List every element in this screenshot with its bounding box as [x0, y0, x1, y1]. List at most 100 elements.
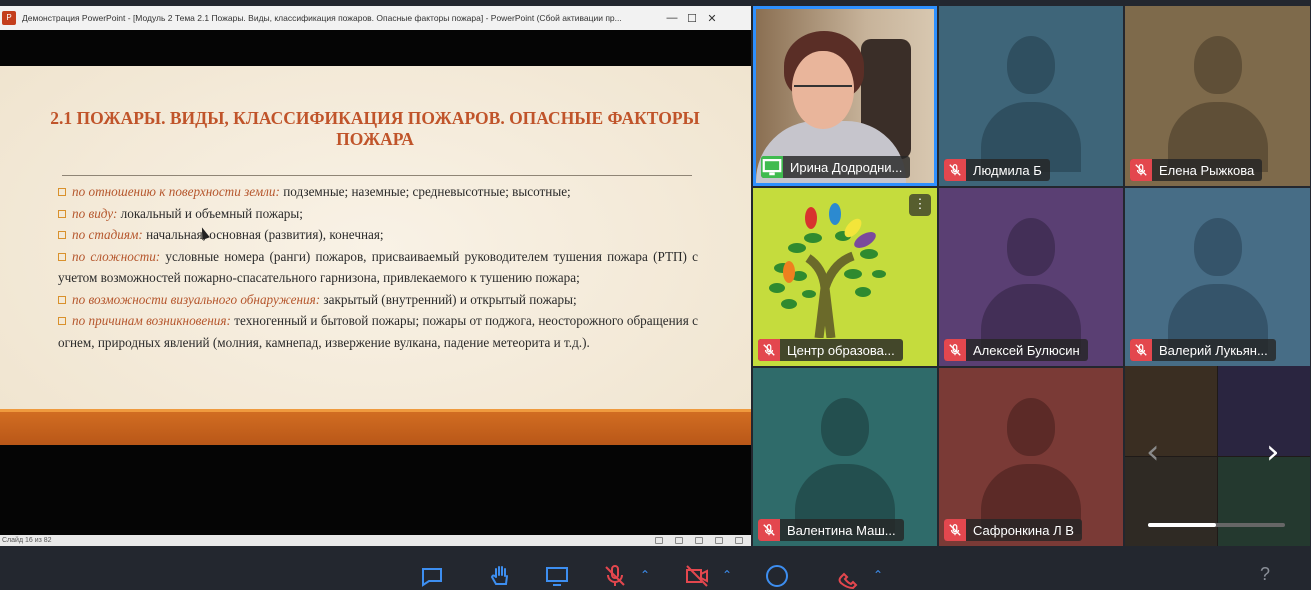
mic-off-icon [1130, 339, 1152, 361]
chat-icon [422, 568, 442, 587]
slideshow-icon[interactable] [735, 537, 743, 544]
slide-bullet: по отношению к поверхности земли: подзем… [58, 181, 698, 203]
participant-tile[interactable]: Елена Рыжкова [1125, 6, 1310, 186]
leave-options-chevron-icon[interactable]: ⌃ [873, 568, 883, 582]
next-page-icon[interactable]: › [1266, 432, 1280, 472]
slide-bullet: по возможности визуального обнаружения: … [58, 289, 698, 311]
leave-button[interactable] [833, 562, 863, 590]
mic-off-icon [605, 565, 625, 586]
camera-options-chevron-icon[interactable]: ⌃ [722, 568, 732, 582]
slide-counter: Слайд 16 из 82 [2, 537, 52, 544]
help-icon[interactable]: ? [1260, 564, 1270, 585]
screen-share-icon [761, 156, 783, 178]
phone-hangup-icon [838, 572, 858, 590]
mini-tile [1125, 366, 1217, 456]
bullet-icon [58, 209, 66, 218]
slide-bullet: по виду: локальный и объемный пожары; [58, 203, 698, 225]
conference-app: P Демонстрация PowerPoint - [Модуль 2 Те… [0, 0, 1311, 590]
circle-icon [766, 565, 788, 587]
sorter-view-icon[interactable] [695, 537, 703, 544]
glasses [794, 85, 852, 99]
participant-name-tag: Алексей Булюсин [944, 339, 1088, 361]
participant-name: Людмила Б [973, 162, 1042, 178]
participant-name-tag: Валентина Маш... [758, 519, 904, 541]
record-button[interactable] [762, 562, 792, 590]
participant-name-tag: Центр образова... [758, 339, 903, 361]
avatar-placeholder-icon [1167, 218, 1268, 354]
bullet-icon [58, 188, 66, 196]
participant-tile[interactable]: Алексей Булюсин [939, 188, 1123, 366]
bullet-text: начальная, основная (развития), конечная… [142, 227, 384, 242]
mini-tile [1218, 457, 1310, 546]
mic-options-chevron-icon[interactable]: ⌃ [640, 568, 650, 582]
bullet-category: по возможности визуального обнаружения: [72, 291, 321, 307]
mic-off-icon [944, 339, 966, 361]
shared-screen: P Демонстрация PowerPoint - [Модуль 2 Те… [0, 6, 751, 546]
prev-page-icon[interactable]: ‹ [1146, 432, 1160, 472]
participant-name-tag: Сафронкина Л В [944, 519, 1082, 541]
window-title: Демонстрация PowerPoint - [Модуль 2 Тема… [22, 13, 622, 23]
bullet-category: по виду: [72, 205, 118, 221]
slide-title: 2.1 ПОЖАРЫ. ВИДЫ, КЛАССИФИКАЦИЯ ПОЖАРОВ.… [50, 108, 700, 149]
participant-name: Валерий Лукьян... [1159, 342, 1268, 358]
view-controls [655, 537, 743, 544]
more-options-button[interactable]: ⋮ [909, 194, 931, 216]
mini-tile [1218, 366, 1310, 456]
participant-name: Елена Рыжкова [1159, 162, 1255, 178]
bullet-category: по стадиям: [72, 227, 143, 242]
avatar-placeholder-icon [981, 36, 1081, 172]
reading-view-icon[interactable] [715, 537, 723, 544]
share-screen-button[interactable] [542, 562, 572, 590]
minimize-button[interactable]: — [662, 6, 682, 30]
slide-bullet: по сложности: условные номера (ранги) по… [58, 246, 698, 289]
participant-tile[interactable]: Валерий Лукьян... [1125, 188, 1310, 366]
screen-icon [546, 567, 568, 586]
avatar-placeholder-icon [795, 398, 895, 534]
participant-name: Алексей Булюсин [973, 342, 1080, 358]
bullet-icon [58, 231, 66, 239]
slide-letterbox-top [0, 30, 751, 66]
bullet-category: по сложности: [72, 248, 161, 264]
powerpoint-statusbar: Слайд 16 из 82 [0, 535, 751, 546]
close-button[interactable]: ✕ [702, 6, 722, 30]
notes-icon[interactable] [655, 537, 663, 544]
participant-name-tag: Валерий Лукьян... [1130, 339, 1276, 361]
participant-name: Валентина Маш... [787, 522, 896, 538]
bullet-icon [58, 317, 66, 325]
bullet-text: подземные; наземные; средневысотные; выс… [279, 184, 571, 199]
normal-view-icon[interactable] [675, 537, 683, 544]
participant-name: Ирина Додродни... [790, 159, 903, 175]
slide-divider [62, 175, 692, 176]
microphone-button[interactable] [600, 562, 630, 590]
powerpoint-icon: P [2, 11, 16, 25]
participant-name: Сафронкина Л В [973, 522, 1074, 538]
participant-tile[interactable]: Валентина Маш... [753, 368, 937, 546]
slide-footer-band [0, 409, 751, 445]
mini-tile [1125, 457, 1217, 546]
participant-tile[interactable]: Людмила Б [939, 6, 1123, 186]
mic-off-icon [944, 159, 966, 181]
bullet-text: локальный и объемный пожары; [117, 205, 303, 221]
participant-tile[interactable]: Сафронкина Л В [939, 368, 1123, 546]
participant-tile[interactable]: Ирина Додродни... [753, 6, 937, 186]
bullet-category: по отношению к поверхности земли: [72, 184, 280, 199]
slide-body: по отношению к поверхности земли: подзем… [58, 181, 698, 353]
chat-button[interactable] [417, 562, 447, 590]
mic-off-icon [758, 339, 780, 361]
participant-name: Центр образова... [787, 342, 895, 358]
slide-bullet: по причинам возникновения: техногенный и… [58, 310, 698, 353]
raise-hand-button[interactable] [486, 562, 516, 590]
maximize-button[interactable]: ☐ [682, 6, 702, 30]
hand-icon [490, 566, 508, 585]
participant-name-tag: Елена Рыжкова [1130, 159, 1263, 181]
camera-button[interactable] [682, 562, 712, 590]
avatar-placeholder-icon [981, 218, 1081, 354]
mic-off-icon [944, 519, 966, 541]
participant-tile[interactable]: ⋮ Центр образова... [753, 188, 937, 366]
participant-name-tag: Ирина Додродни... [761, 156, 911, 178]
powerpoint-titlebar: P Демонстрация PowerPoint - [Модуль 2 Те… [0, 6, 751, 30]
mic-off-icon [758, 519, 780, 541]
page-indicator-active [1148, 523, 1216, 527]
slide-letterbox-bottom [0, 445, 751, 535]
mic-off-icon [1130, 159, 1152, 181]
